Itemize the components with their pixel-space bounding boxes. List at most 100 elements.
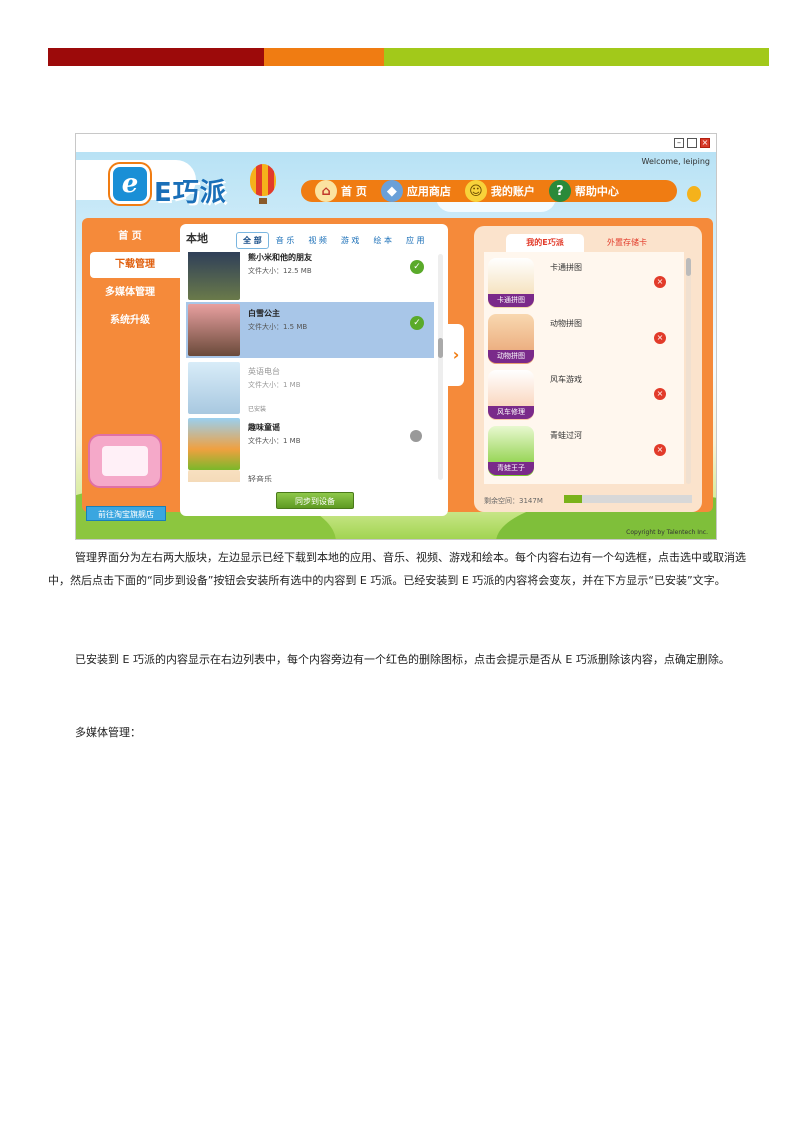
item-title: 熊小米和他的朋友 [248,253,312,262]
item-icon-label: 青蛙王子 [488,462,534,475]
gift-box-icon: ◆ [380,180,403,202]
tablet-device-image [88,434,162,488]
item-icon-label: 动物拼图 [488,350,534,363]
local-content-panel: 本地 全 部 音 乐 视 频 游 戏 绘 本 应 用 熊小米和他的朋友 文件大小… [180,224,448,516]
tab-external-storage[interactable]: 外置存储卡 [592,234,662,252]
balloon-basket-icon [259,198,267,204]
panel-title: 本地 [186,232,208,245]
item-thumbnail [188,304,240,356]
item-title: 白雪公主 [248,309,280,318]
list-scrollbar[interactable] [686,258,691,484]
list-item[interactable]: 轻音乐 [186,468,434,482]
app-logo-icon: e [110,164,150,204]
color-bar-red-segment [48,48,264,66]
list-scrollbar[interactable] [438,254,443,480]
maximize-icon[interactable] [687,138,697,148]
item-thumbnail [188,418,240,470]
minimize-icon[interactable]: – [674,138,684,148]
item-title: 趣味童谣 [248,423,280,432]
delete-icon[interactable]: × [654,332,666,344]
item-title: 风车游戏 [550,375,582,384]
item-size: 文件大小：1.5 MB [248,323,308,331]
list-item[interactable]: 白雪公主 文件大小：1.5 MB ✓ [186,302,434,358]
house-icon: ⌂ [315,180,337,202]
installed-label: 已安装 [248,406,267,413]
tab-picture-books[interactable]: 绘 本 [366,232,399,249]
delete-icon[interactable]: × [654,444,666,456]
item-title: 轻音乐 [248,475,272,482]
nav-help-center[interactable]: ? 帮助中心 [548,180,619,202]
side-item-media-manager[interactable]: 多媒体管理 [82,280,178,306]
side-item-home[interactable]: 首 页 [82,224,178,250]
welcome-text: Welcome, leiping [641,157,711,166]
list-item[interactable]: 卡通拼图 卡通拼图 × [484,254,684,310]
color-bar-orange-segment [264,48,384,66]
tab-music[interactable]: 音 乐 [269,232,302,249]
question-icon: ? [548,180,571,202]
list-item[interactable]: 青蛙王子 青蛙过河 × [484,422,684,478]
nav-my-account[interactable]: ☺ 我的账户 [464,180,535,202]
list-scrollbar-thumb[interactable] [686,258,691,276]
nav-label: 应用商店 [406,185,451,198]
item-size: 文件大小：12.5 MB [248,267,312,275]
side-item-download-manager[interactable]: 下载管理 [90,252,180,278]
item-icon-label: 卡通拼图 [488,294,534,307]
tab-all[interactable]: 全 部 [236,232,269,249]
tab-apps[interactable]: 应 用 [399,232,432,249]
smiley-icon: ☺ [464,180,487,202]
checkmark-icon[interactable]: ✓ [410,316,424,330]
tab-my-eqiaopai[interactable]: 我的E巧派 [506,234,584,252]
device-content-panel: 我的E巧派 外置存储卡 卡通拼图 卡通拼图 × 动物拼图 动物拼图 × 风车修理… [474,226,702,512]
tab-games[interactable]: 游 戏 [334,232,367,249]
list-item[interactable]: 风车修理 风车游戏 × [484,366,684,422]
app-logo-text: E巧派 [154,178,227,208]
category-tabs: 全 部 音 乐 视 频 游 戏 绘 本 应 用 [236,232,432,249]
item-icon-label: 风车修理 [488,406,534,419]
local-content-list: 熊小米和他的朋友 文件大小：12.5 MB ✓ 白雪公主 文件大小：1.5 MB… [186,252,434,482]
paragraph-download-manager: 管理界面分为左右两大版块，左边显示已经下载到本地的应用、音乐、视频、游戏和绘本。… [48,551,746,587]
side-item-system-upgrade[interactable]: 系统升级 [82,308,178,334]
item-thumbnail [188,470,240,482]
storage-progress-bar [564,495,692,503]
color-bar-green-segment [384,48,769,66]
item-title: 青蛙过河 [550,431,582,440]
item-size: 文件大小：1 MB [248,381,301,389]
item-size: 文件大小：1 MB [248,437,301,445]
hot-air-balloon-icon [250,164,276,196]
nav-home[interactable]: ⌂ 首 页 [315,180,367,202]
close-icon[interactable]: × [700,138,710,148]
main-nav: ⌂ 首 页 ◆ 应用商店 ☺ 我的账户 ? 帮助中心 [301,180,677,202]
list-item[interactable]: 动物拼图 动物拼图 × [484,310,684,366]
list-item[interactable]: 英语电台 文件大小：1 MB 已安装 [186,360,434,416]
taobao-store-button[interactable]: 前往淘宝旗舰店 [86,506,166,521]
nav-label: 帮助中心 [574,185,619,198]
header-color-bar [48,48,769,66]
copyright-text: Copyright by Talentech Inc. [626,529,708,536]
lightbulb-icon [687,186,701,202]
list-item[interactable]: 趣味童谣 文件大小：1 MB [186,416,434,472]
sync-to-device-button[interactable]: 同步到设备 [276,492,354,509]
item-title: 英语电台 [248,367,280,376]
paragraph-media-manager-heading: 多媒体管理： [75,726,141,739]
tab-video[interactable]: 视 频 [301,232,334,249]
nav-label: 我的账户 [490,185,535,198]
chevron-right-icon[interactable]: › [448,324,464,386]
remaining-space-label: 剩余空间：3147M [484,497,543,505]
device-content-list: 卡通拼图 卡通拼图 × 动物拼图 动物拼图 × 风车修理 风车游戏 × 青蛙王子… [484,252,684,484]
item-thumbnail [188,252,240,300]
item-title: 卡通拼图 [550,263,582,272]
window-titlebar: – × [76,134,716,152]
list-item[interactable]: 熊小米和他的朋友 文件大小：12.5 MB ✓ [186,252,434,302]
paragraph-installed-content: 已安装到 E 巧派的内容显示在右边列表中，每个内容旁边有一个红色的删除图标，点击… [75,653,730,666]
delete-icon[interactable]: × [654,276,666,288]
unchecked-circle-icon[interactable] [410,430,422,442]
checkmark-icon[interactable]: ✓ [410,260,424,274]
list-scrollbar-thumb[interactable] [438,338,443,358]
item-thumbnail [188,362,240,414]
side-menu: 首 页 下载管理 多媒体管理 系统升级 [82,218,180,354]
storage-progress-fill [564,495,582,503]
delete-icon[interactable]: × [654,388,666,400]
app-screenshot: – × e E巧派 Welcome, leiping ⌂ 首 页 ◆ 应用商店 … [75,133,717,540]
nav-app-store[interactable]: ◆ 应用商店 [380,180,451,202]
nav-label: 首 页 [341,185,367,198]
